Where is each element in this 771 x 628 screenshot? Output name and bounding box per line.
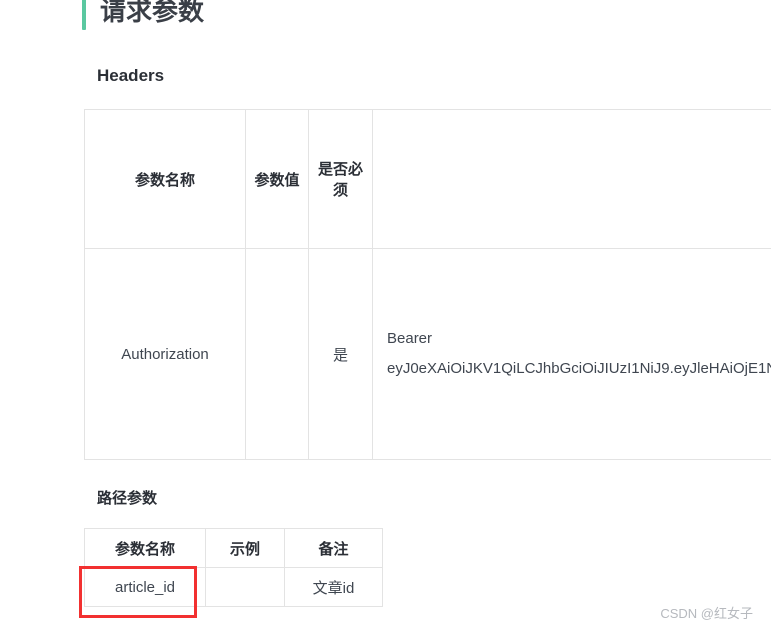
cell-param-desc: Bearer eyJ0eXAiOiJKV1QiLCJhbGciOiJIUzI1N… xyxy=(372,248,771,460)
csdn-watermark: CSDN @红女子 xyxy=(660,606,753,621)
cell-path-note: 文章id xyxy=(284,567,383,607)
cell-param-required: 是 xyxy=(308,248,373,460)
table-row: Authorization 是 Bearer eyJ0eXAiOiJKV1QiL… xyxy=(84,248,771,460)
headers-section-heading: Headers xyxy=(97,66,165,85)
path-params-table: 参数名称 示例 备注 article_id 文章id xyxy=(84,528,383,607)
table-header-row: 参数名称 参数值 是否必须 xyxy=(84,109,771,249)
column-header-param-name: 参数名称 xyxy=(84,109,246,249)
column-header-param-value: 参数值 xyxy=(245,109,309,249)
cell-path-example xyxy=(205,567,285,607)
headers-table-head: 参数名称 参数值 是否必须 xyxy=(84,109,771,249)
page-title: 请求参数 xyxy=(100,0,205,26)
path-table-head: 参数名称 示例 备注 xyxy=(84,528,383,568)
table-header-row: 参数名称 示例 备注 xyxy=(84,528,383,568)
auth-scheme-text: Bearer xyxy=(387,330,433,347)
headers-table: 参数名称 参数值 是否必须 Authorization 是 Bearer eyJ… xyxy=(84,109,771,460)
column-header-path-name: 参数名称 xyxy=(84,528,206,568)
headers-table-body: Authorization 是 Bearer eyJ0eXAiOiJKV1QiL… xyxy=(84,248,771,460)
table-row: article_id 文章id xyxy=(84,567,383,607)
path-table-body: article_id 文章id xyxy=(84,567,383,607)
column-header-path-note: 备注 xyxy=(284,528,383,568)
cell-param-value xyxy=(245,248,309,460)
column-header-param-desc xyxy=(372,109,771,249)
cell-param-name: Authorization xyxy=(84,248,246,460)
column-header-param-required: 是否必须 xyxy=(308,109,373,249)
page-title-block: 请求参数 xyxy=(82,0,204,30)
cell-path-name: article_id xyxy=(84,567,206,607)
column-header-path-example: 示例 xyxy=(205,528,285,568)
path-section-heading: 路径参数 xyxy=(97,490,158,507)
auth-token-text: eyJ0eXAiOiJKV1QiLCJhbGciOiJIUzI1NiJ9.eyJ… xyxy=(387,360,771,377)
